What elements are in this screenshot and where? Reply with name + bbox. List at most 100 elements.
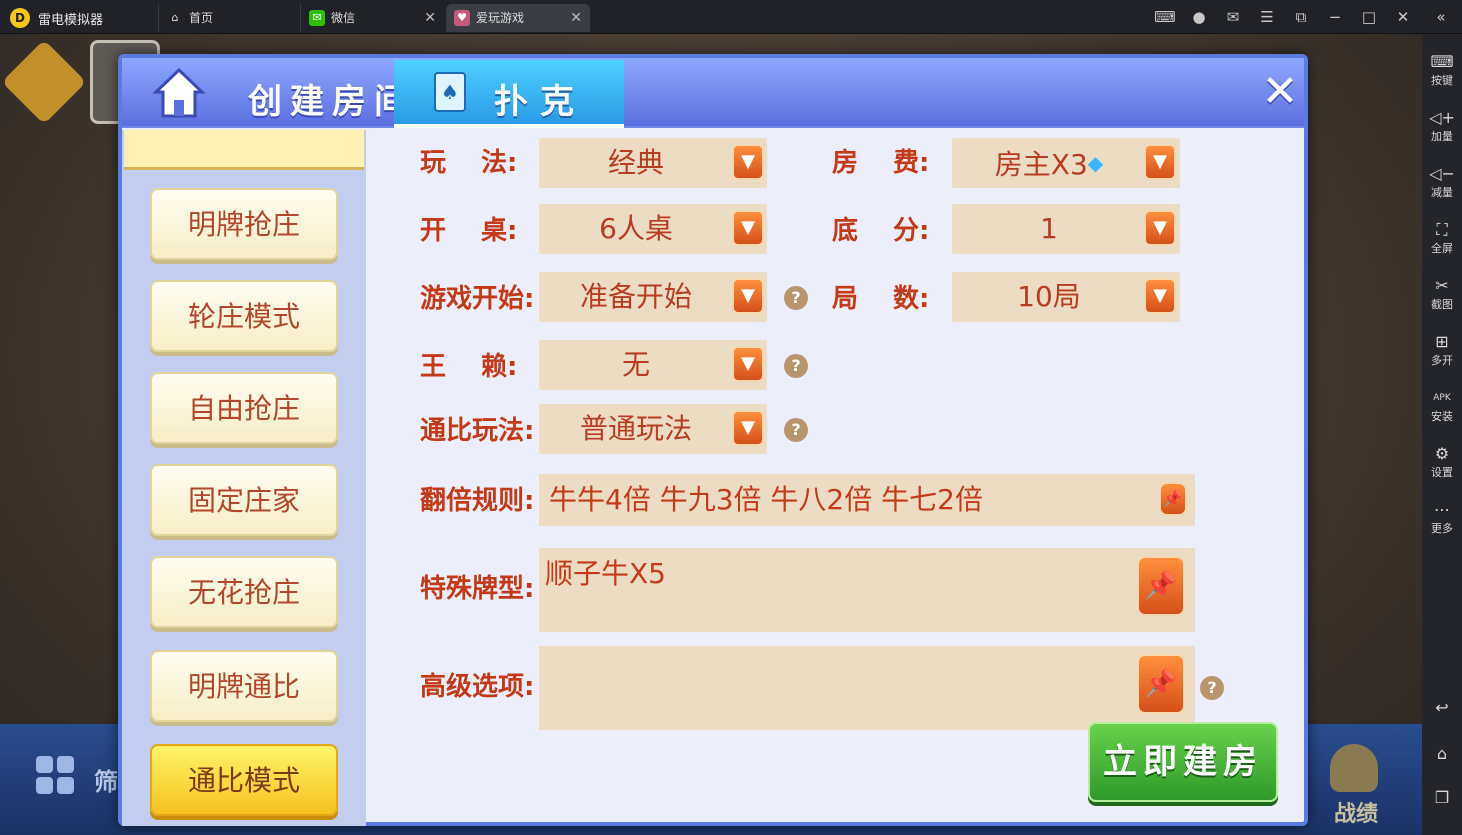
advanced-options-field[interactable]: 📌 <box>539 646 1195 730</box>
sidebar-item-volume-up[interactable]: ◁+ 加量 <box>1422 108 1462 144</box>
minimize-icon[interactable]: − <box>1324 6 1346 28</box>
emulator-titlebar: D 雷电模拟器 ⌂ 首页 ✉ 微信 ✕ ♥ 爱玩游戏 ✕ ⌨ ● ✉ ☰ ⧉ −… <box>0 0 1462 34</box>
chevron-down-icon[interactable]: ▼ <box>732 278 764 314</box>
select-compare-mode-value: 普通玩法 <box>579 412 692 445</box>
account-icon[interactable]: ● <box>1188 6 1210 28</box>
special-hands-value: 顺子牛X5 <box>545 557 666 590</box>
select-wild-value: 无 <box>621 348 650 381</box>
select-compare-mode[interactable]: 普通玩法 ▼ <box>539 404 767 454</box>
help-icon[interactable]: ? <box>1200 676 1224 700</box>
home-icon: ⌂ <box>171 11 179 24</box>
volume-up-icon: ◁+ <box>1429 108 1455 127</box>
help-icon[interactable]: ? <box>784 286 808 310</box>
close-icon[interactable]: ✕ <box>1392 6 1414 28</box>
gamepad-icon[interactable]: ⌨ <box>1154 6 1176 28</box>
select-game-start[interactable]: 准备开始 ▼ <box>539 272 767 322</box>
label-game-start: 游戏开始: <box>420 284 535 314</box>
tab-game-label: 爱玩游戏 <box>476 11 525 25</box>
home-icon[interactable]: ⌂ <box>1422 744 1462 764</box>
emulator-app-name: 雷电模拟器 <box>38 13 104 28</box>
sidebar-item-label: 减量 <box>1431 186 1453 199</box>
select-rounds-value: 10局 <box>1017 280 1081 313</box>
label-rounds: 局 数: <box>832 284 930 314</box>
select-play[interactable]: 经典 ▼ <box>539 138 767 188</box>
settings-icon: ⚙ <box>1434 444 1450 463</box>
sidebar-item-label: 更多 <box>1431 522 1453 535</box>
collapse-icon[interactable]: « <box>1430 6 1452 28</box>
mail-icon[interactable]: ✉ <box>1222 6 1244 28</box>
close-dialog-button[interactable]: ✕ <box>1260 70 1300 114</box>
help-icon[interactable]: ? <box>784 418 808 442</box>
sidebar-item-label: 安装 <box>1431 410 1453 423</box>
help-icon[interactable]: ? <box>784 354 808 378</box>
pin-icon[interactable]: 📌 <box>1159 482 1187 516</box>
label-special: 特殊牌型: <box>420 574 535 604</box>
chevron-down-icon[interactable]: ▼ <box>1144 278 1176 314</box>
grid-icon <box>36 756 76 796</box>
mode-button-mingpai-qiangzhuang[interactable]: 明牌抢庄 <box>150 188 338 260</box>
mode-button-guding-zhuangjia[interactable]: 固定庄家 <box>150 464 338 536</box>
mode-button-ziyou-qiangzhuang[interactable]: 自由抢庄 <box>150 372 338 444</box>
wechat-icon: ✉ <box>309 10 325 26</box>
sidebar-item-more[interactable]: ⋯ 更多 <box>1422 500 1462 536</box>
chevron-down-icon[interactable]: ▼ <box>732 144 764 180</box>
mode-button-tongbi[interactable]: 通比模式 <box>150 744 338 816</box>
select-rounds[interactable]: 10局 ▼ <box>952 272 1180 322</box>
tab-close-icon[interactable]: ✕ <box>570 4 582 32</box>
more-icon: ⋯ <box>1434 500 1450 519</box>
menu-icon[interactable]: ☰ <box>1256 6 1278 28</box>
select-fee[interactable]: 房主X3◆ ▼ <box>952 138 1180 188</box>
sidebar-item-screenshot[interactable]: ✂ 截图 <box>1422 276 1462 312</box>
sidebar-item-fullscreen[interactable]: ⛶ 全屏 <box>1422 220 1462 256</box>
tab-close-icon[interactable]: ✕ <box>424 4 436 32</box>
emulator-sidebar: ⌨ 按键 ◁+ 加量 ◁− 减量 ⛶ 全屏 ✂ 截图 ⊞ 多开 APK 安装 ⚙… <box>1422 34 1462 835</box>
multiplier-rules-field[interactable]: 牛牛4倍 牛九3倍 牛八2倍 牛七2倍 📌 <box>539 474 1195 526</box>
sidebar-item-multi[interactable]: ⊞ 多开 <box>1422 332 1462 368</box>
tab-game[interactable]: ♥ 爱玩游戏 ✕ <box>446 4 590 32</box>
select-base-score[interactable]: 1 ▼ <box>952 204 1180 254</box>
sidebar-item-label: 全屏 <box>1431 242 1453 255</box>
label-multiplier: 翻倍规则: <box>420 486 535 516</box>
back-icon[interactable]: ↩ <box>1422 698 1462 718</box>
popout-icon[interactable]: ⧉ <box>1290 6 1312 28</box>
sidebar-item-settings[interactable]: ⚙ 设置 <box>1422 444 1462 480</box>
select-table[interactable]: 6人桌 ▼ <box>539 204 767 254</box>
label-compare-mode: 通比玩法: <box>420 416 535 446</box>
mode-button-mingpai-tongbi[interactable]: 明牌通比 <box>150 650 338 722</box>
pin-icon[interactable]: 📌 <box>1137 556 1185 616</box>
scissors-icon: ✂ <box>1435 276 1449 295</box>
chevron-down-icon[interactable]: ▼ <box>732 346 764 382</box>
pin-icon[interactable]: 📌 <box>1137 654 1185 714</box>
special-hands-field[interactable]: 顺子牛X5 📌 <box>539 548 1195 632</box>
home-icon[interactable] <box>152 66 206 120</box>
tab-wechat[interactable]: ✉ 微信 ✕ <box>300 4 444 32</box>
tab-poker[interactable]: ♠ 扑克 <box>394 60 624 128</box>
dialog-title: 创建房间 <box>248 82 416 122</box>
label-fee: 房 费: <box>832 148 930 178</box>
sidebar-item-keys[interactable]: ⌨ 按键 <box>1422 52 1462 88</box>
mode-button-lunzhuang[interactable]: 轮庄模式 <box>150 280 338 352</box>
maximize-icon[interactable]: □ <box>1358 6 1380 28</box>
multiplier-rules-value: 牛牛4倍 牛九3倍 牛八2倍 牛七2倍 <box>549 483 983 516</box>
chevron-down-icon[interactable]: ▼ <box>1144 210 1176 246</box>
sidebar-item-label: 加量 <box>1431 130 1453 143</box>
chevron-down-icon[interactable]: ▼ <box>732 410 764 446</box>
select-game-start-value: 准备开始 <box>579 280 692 313</box>
dialog-header: 创建房间 ♠ 扑克 ✕ <box>122 58 1304 128</box>
mode-button-wuhua-qiangzhuang[interactable]: 无花抢庄 <box>150 556 338 628</box>
chevron-down-icon[interactable]: ▼ <box>1144 144 1176 180</box>
volume-down-icon: ◁− <box>1429 164 1455 183</box>
multi-instance-icon: ⊞ <box>1435 332 1449 351</box>
chevron-down-icon[interactable]: ▼ <box>732 210 764 246</box>
sidebar-item-install[interactable]: APK 安装 <box>1422 388 1462 424</box>
emulator-logo-icon: D <box>10 8 30 28</box>
select-wild[interactable]: 无 ▼ <box>539 340 767 390</box>
filter-label: 筛 <box>94 768 118 796</box>
create-room-button[interactable]: 立即建房 <box>1088 722 1278 802</box>
tab-home[interactable]: ⌂ 首页 <box>158 4 298 32</box>
recent-apps-icon[interactable]: ❐ <box>1422 788 1462 808</box>
label-advanced: 高级选项: <box>420 672 535 702</box>
sidebar-item-volume-down[interactable]: ◁− 减量 <box>1422 164 1462 200</box>
create-room-dialog: 创建房间 ♠ 扑克 ✕ 明牌抢庄 轮庄模式 自由抢庄 固定庄家 无花抢庄 明牌通… <box>118 54 1308 826</box>
close-icon: ✕ <box>1261 66 1299 117</box>
